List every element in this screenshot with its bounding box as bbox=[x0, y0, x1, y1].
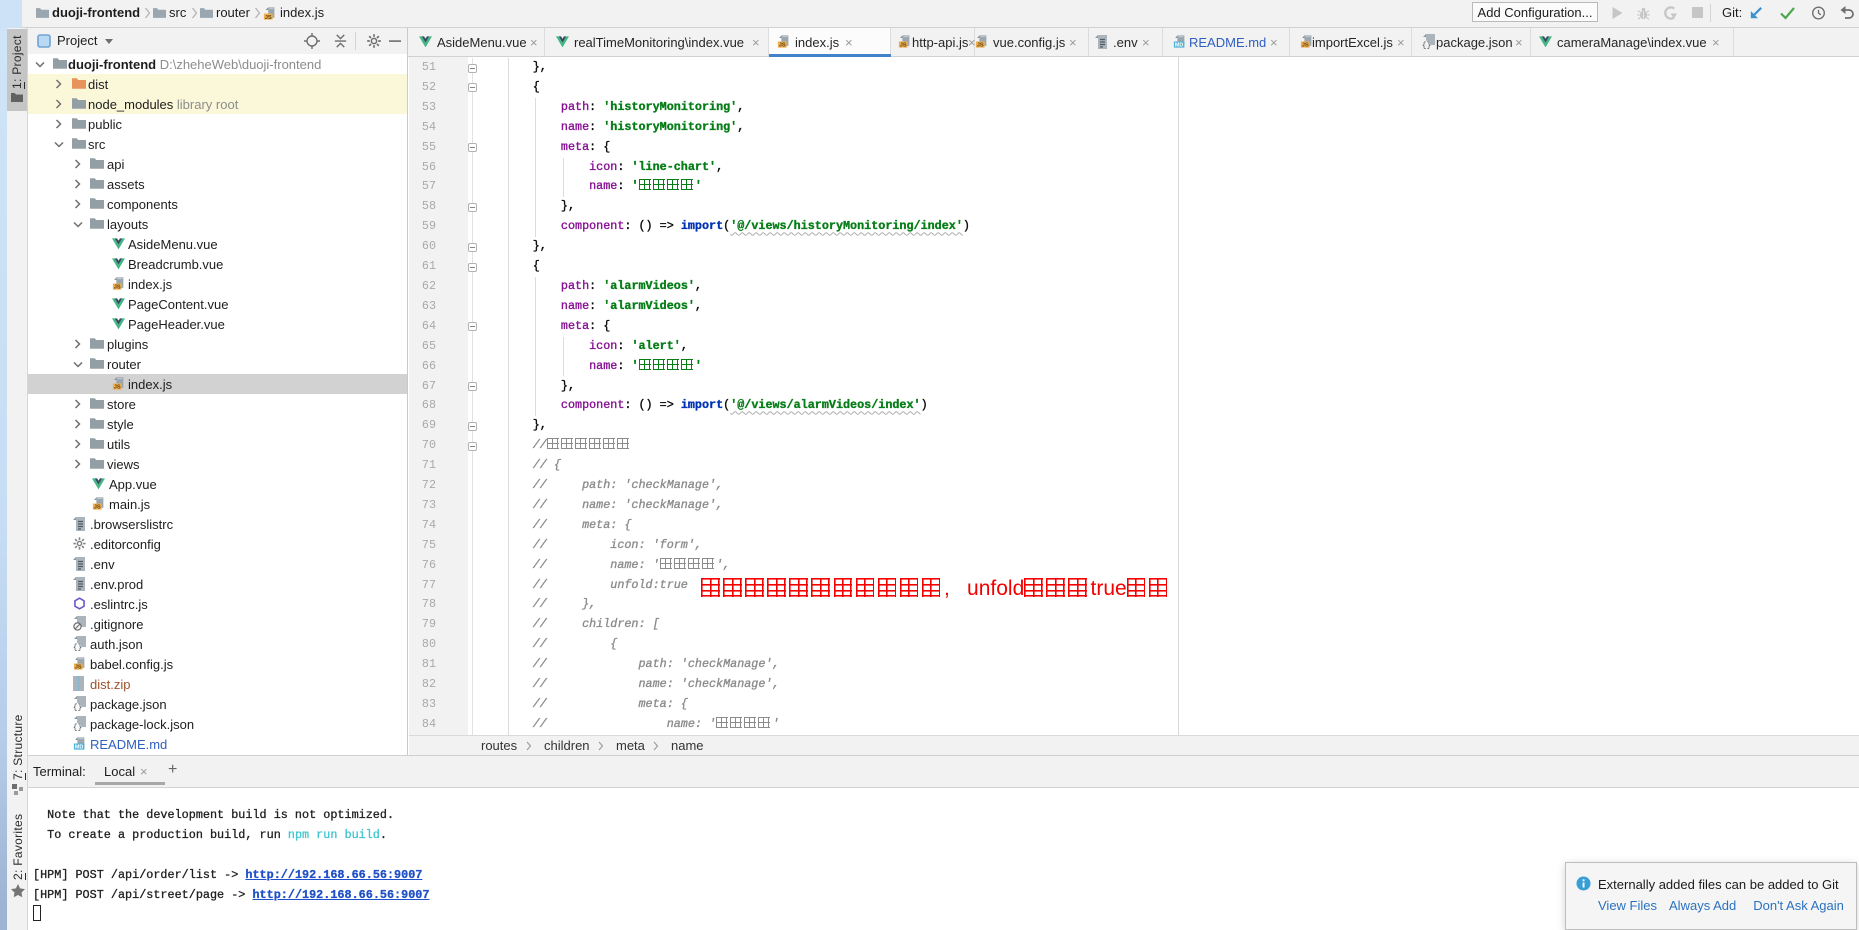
svg-text:JS: JS bbox=[114, 384, 121, 390]
svg-text:JS: JS bbox=[900, 43, 907, 49]
svg-text:JS: JS bbox=[265, 15, 272, 21]
svg-text:JS: JS bbox=[114, 284, 121, 290]
svg-text:{}: {} bbox=[73, 723, 82, 731]
svg-text:JS: JS bbox=[94, 504, 101, 510]
svg-text:JS: JS bbox=[1302, 43, 1309, 49]
svg-text:{}: {} bbox=[1422, 41, 1431, 49]
svg-text:MD: MD bbox=[75, 744, 84, 750]
svg-text:MD: MD bbox=[1175, 43, 1184, 49]
svg-text:JS: JS bbox=[977, 43, 984, 49]
svg-text:{}: {} bbox=[73, 643, 82, 651]
svg-text:JS: JS bbox=[75, 664, 82, 670]
svg-text:JS: JS bbox=[779, 43, 786, 49]
svg-text:{}: {} bbox=[73, 703, 82, 711]
